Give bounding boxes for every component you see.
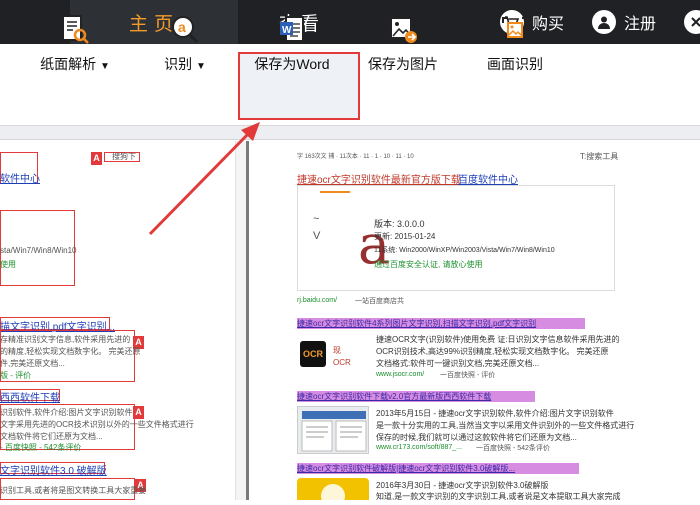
left-result2-title[interactable]: 西西软件下载 xyxy=(0,389,60,404)
right-top-tool: T:搜索工具 xyxy=(580,152,619,161)
right-result3-line: 2016年3月30日 - 捷速ocr文字识别软件3.0破解版 xyxy=(376,481,549,490)
info-system: 11系统: Win2000/WinXP/Win2003/Vista/Win7/W… xyxy=(374,247,555,254)
ribbon-screen-recognize-label: 画面识别 xyxy=(487,56,543,72)
card-accent-line xyxy=(320,191,350,193)
user-icon xyxy=(592,10,616,34)
ribbon-paper-analysis-label: 纸面解析 xyxy=(40,56,97,72)
region-marker: A xyxy=(91,152,102,165)
image-export-icon xyxy=(388,14,418,46)
right-result1-line: 文档格式:软件可一键识别文档,完美还原文档... xyxy=(376,359,540,368)
chevron-down-icon: ▼ xyxy=(99,61,110,72)
settings-button[interactable] xyxy=(684,0,700,44)
right-result1-line: OCR识别技术,高达99%识别精度,轻松实现文档数字化。 完美还原 xyxy=(376,347,609,356)
left-title1[interactable]: 软件中心 xyxy=(0,170,40,185)
left-top-snippet: 搜狗下 xyxy=(112,152,136,161)
right-result2-line: 2013年5月15日 - 捷速ocr文字识别软件,软件介绍:图片文字识别软件 xyxy=(376,409,614,418)
left-box-line2: 使用 xyxy=(0,260,16,269)
svg-text:W: W xyxy=(282,25,292,36)
right-result2-line: 保存的时候,我们就可以通过这款软件将它们还原为文档... xyxy=(376,433,577,442)
screen-capture-icon xyxy=(500,14,530,46)
right-title-link1[interactable]: 捷速ocr文字识别软件最新官方版下载 xyxy=(297,171,461,186)
right-result2-title[interactable]: 捷速ocr文字识别软件下载v2.0官方最新版西西软件下载 xyxy=(297,391,491,402)
right-tilde: ~ xyxy=(313,213,320,225)
software-info-card xyxy=(297,185,615,291)
word-icon: W xyxy=(277,14,307,46)
left-result3-line: 识别工具,或者将是图文转换工具大家重要 xyxy=(0,486,147,495)
info-safe: 通过百度安全认证, 请放心使用 xyxy=(374,260,483,269)
right-result1-url-tail: 一百度快照 - 评价 xyxy=(440,372,496,379)
ribbon-save-image-label: 保存为图片 xyxy=(368,56,438,72)
left-result2-line: 文字采用先进的OCR技术识别以外的一些文件格式进行 xyxy=(0,420,194,429)
ribbon-screen-recognize-button[interactable]: 画面识别 xyxy=(485,0,545,82)
result-thumbnail xyxy=(297,406,369,454)
left-result2-line: 识别软件,软件介绍:图片文字识别软件 xyxy=(0,408,133,417)
left-result1-line: 件,完美还原文档... xyxy=(0,359,65,368)
left-result1-line: 存精准识别文字信息,软件采用先进的 xyxy=(0,335,131,344)
left-result2-line: 文档软件将它们还原为文档... xyxy=(0,432,103,441)
chevron-down-icon: ▼ xyxy=(195,61,206,72)
ocr-badge-text: OCR xyxy=(333,358,351,367)
right-result1-title[interactable]: 捷速ocr文字识别软件4系列图片文字识别,扫描文字识别,pdf文字识别 xyxy=(297,318,536,329)
info-update: 更新: 2015-01-24 xyxy=(374,232,436,241)
right-result3-line: 知道,是一款文字识别的文字识别工具,或者说是文本提取工具大家完成 xyxy=(376,492,621,501)
right-result1-line: 捷速OCR文字(识别软件)使用免费 证:日识别文字信息软件采用先进的 xyxy=(376,335,620,344)
register-button[interactable]: 注册 xyxy=(592,0,656,44)
left-result2-meta: - 百度快照 - 542条评价 xyxy=(0,443,82,452)
left-result1-meta: 版 - 评价 xyxy=(0,371,32,380)
annotation-arrow xyxy=(148,122,260,236)
right-top-small: 字 163次文 捕 · 11次本 · 11 · 1 · 10 · 11 · 10 xyxy=(297,154,414,160)
right-result1-url: www.jsocr.com/ xyxy=(376,371,425,378)
close-circle-icon xyxy=(684,10,700,34)
right-url1: rj.baidu.com/ xyxy=(297,297,338,304)
right-result3-title[interactable]: 捷速ocr文字识别软件破解版|捷速ocr文字识别软件3.0破解版... xyxy=(297,463,515,474)
right-result2-line: 是一款十分实用的工具,当然当文字以采用文件识别外的一些文件格式进行 xyxy=(376,421,635,430)
doc-search-icon xyxy=(60,14,90,46)
sub-toolbar-strip xyxy=(0,126,700,140)
right-url1-tail: 一站百度商店共 xyxy=(355,298,404,305)
right-result2-url: www.cr173.com/soft/887_... xyxy=(376,444,462,451)
info-version: 版本: 3.0.0.0 xyxy=(374,219,425,229)
left-box-line1: sta/Win7/Win8/Win10 xyxy=(0,246,77,255)
ribbon-save-image-button[interactable]: 保存为图片 xyxy=(367,0,439,82)
result-thumbnail xyxy=(297,478,369,505)
svg-text:a: a xyxy=(178,19,186,35)
ribbon-save-word-button[interactable]: W 保存为Word xyxy=(250,0,334,82)
right-title-link2[interactable]: 百度软件中心 xyxy=(458,171,518,186)
ocr-badge-text: 现 xyxy=(333,346,341,355)
ribbon-recognize-button[interactable]: a 识别 ▼ xyxy=(160,0,210,82)
ribbon-recognize-label: 识别 xyxy=(164,56,193,72)
recognize-icon: a xyxy=(170,14,200,46)
right-vmark: V xyxy=(313,230,321,242)
ocr-app-logo: OCR xyxy=(300,341,326,367)
left-result3-title[interactable]: 文字识别软件3.0 破解版 xyxy=(0,462,107,477)
left-result1-line: 的精度,轻松实现文档数字化。 完美还原 xyxy=(0,347,141,356)
ribbon-save-word-label: 保存为Word xyxy=(254,56,330,72)
right-result2-url-tail: 一百度快照 - 542条评价 xyxy=(476,445,550,452)
ribbon-paper-analysis-button[interactable]: 纸面解析 ▼ xyxy=(38,0,112,82)
register-label: 注册 xyxy=(624,16,657,33)
